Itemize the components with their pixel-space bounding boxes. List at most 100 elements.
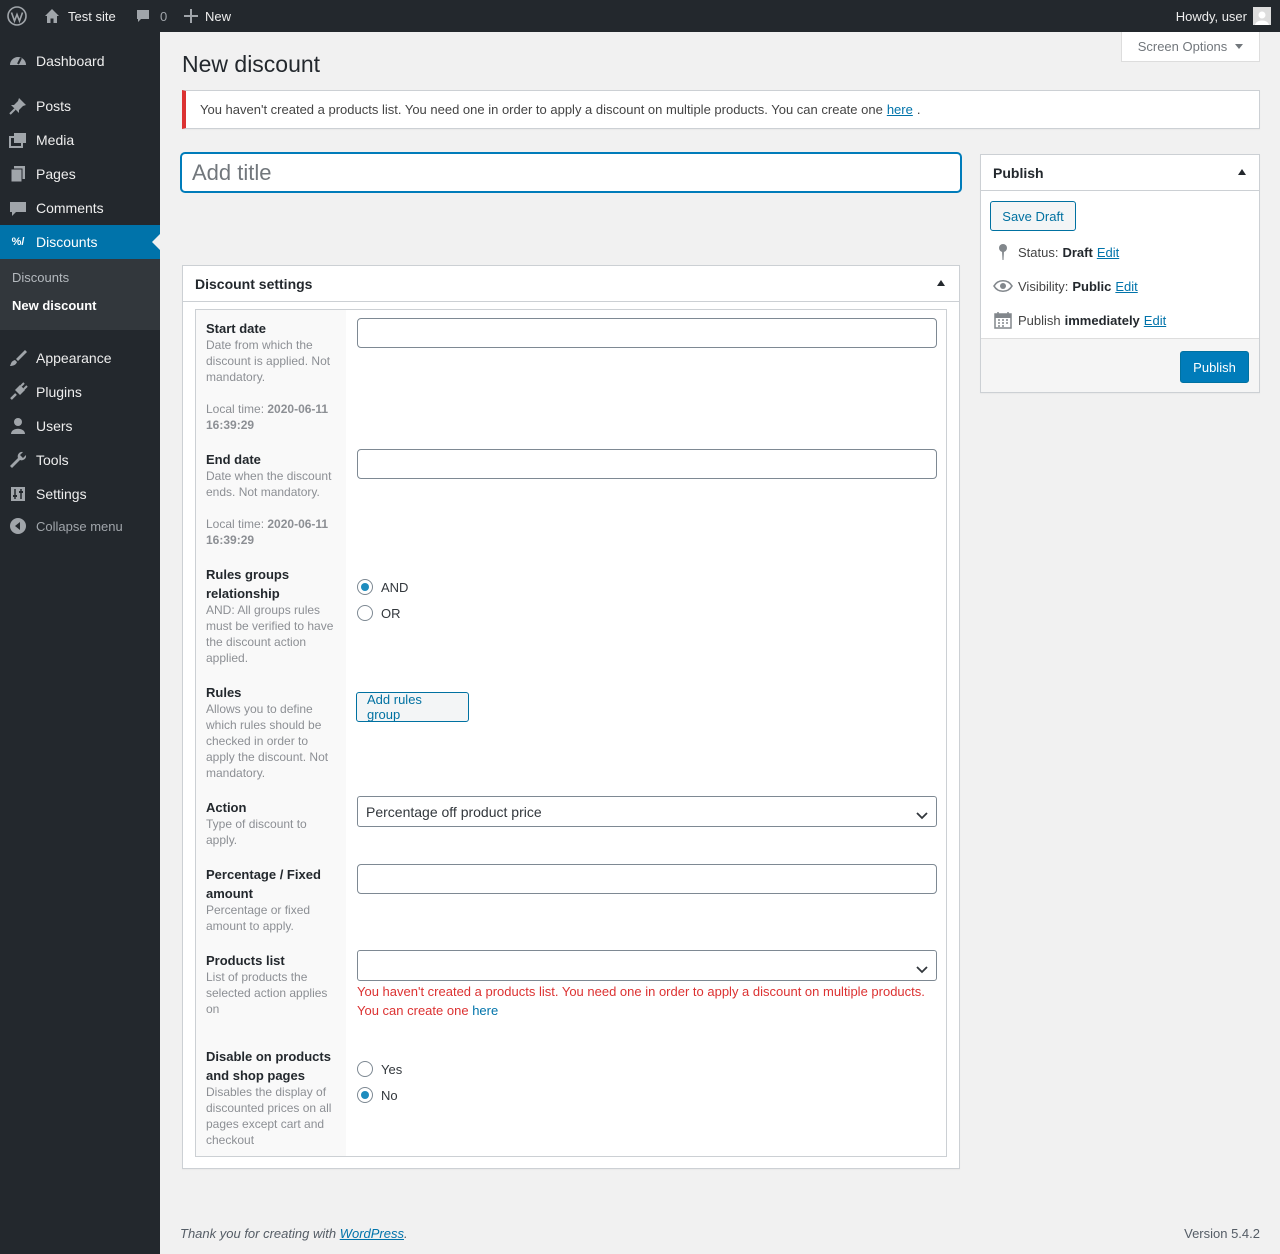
save-draft-button[interactable]: Save Draft — [990, 201, 1076, 231]
collapse-toggle-icon[interactable] — [1238, 169, 1246, 175]
sidebar-item-pages[interactable]: Pages — [0, 157, 160, 191]
sidebar-item-comments[interactable]: Comments — [0, 191, 160, 225]
products-list-label: Products list — [206, 953, 285, 968]
status-row: Status: Draft Edit — [989, 242, 1119, 262]
sidebar-item-appearance[interactable]: Appearance — [0, 341, 160, 375]
products-list-description: List of products the selected action app… — [206, 970, 328, 1016]
visibility-row: Visibility: Public Edit — [989, 276, 1138, 296]
discounts-icon: %/ — [11, 236, 25, 248]
radio-and[interactable] — [357, 579, 373, 595]
pin-icon — [989, 243, 1017, 261]
sidebar-item-label: Posts — [36, 98, 72, 114]
discount-settings-title: Discount settings — [195, 275, 313, 292]
end-date-input[interactable] — [357, 449, 937, 479]
rules-groups-and-option[interactable]: AND — [357, 577, 408, 597]
start-date-description: Date from which the discount is applied.… — [206, 338, 331, 384]
rules-groups-description: AND: All groups rules must be verified t… — [206, 603, 334, 665]
sidebar-item-plugins[interactable]: Plugins — [0, 375, 160, 409]
my-account-link[interactable]: Howdy, user — [1176, 0, 1271, 32]
radio-yes[interactable] — [357, 1061, 373, 1077]
disable-shop-no-option[interactable]: No — [357, 1085, 398, 1105]
new-content-link[interactable]: New — [184, 0, 231, 32]
site-name: Test site — [68, 8, 116, 24]
visibility-label: Visibility: — [1018, 278, 1069, 294]
sidebar-item-label: Tools — [36, 452, 69, 468]
wordpress-logo-icon[interactable] — [7, 0, 27, 32]
publish-time-label: Publish — [1018, 312, 1061, 328]
avatar — [1253, 7, 1271, 25]
amount-label: Percentage / Fixed amount — [206, 867, 321, 901]
wordpress-link[interactable]: WordPress — [340, 1226, 404, 1241]
products-list-error-line1: You haven't created a products list. You… — [357, 984, 925, 999]
sidebar-item-settings[interactable]: Settings — [0, 477, 160, 511]
sidebar-item-label: Discounts — [36, 234, 98, 250]
rules-groups-or-option[interactable]: OR — [357, 603, 401, 623]
publish-time-row: Publish immediately Edit — [989, 310, 1166, 330]
sidebar-item-discounts[interactable]: %/ Discounts — [0, 225, 160, 259]
admin-bar: Test site 0 New Howdy, user — [0, 0, 1280, 32]
status-value: Draft — [1062, 244, 1093, 260]
sidebar-item-tools[interactable]: Tools — [0, 443, 160, 477]
rules-description: Allows you to define which rules should … — [206, 702, 329, 780]
start-date-local-time: Local time: 2020-06-11 16:39:29 — [206, 401, 340, 433]
sidebar-item-label: Settings — [36, 486, 87, 502]
sidebar-item-users[interactable]: Users — [0, 409, 160, 443]
submenu-item-new-discount[interactable]: New discount — [12, 298, 97, 313]
sidebar-item-label: Plugins — [36, 384, 82, 400]
media-icon — [0, 130, 36, 150]
publish-header[interactable]: Publish — [981, 155, 1259, 191]
submenu-item-discounts[interactable]: Discounts — [12, 270, 69, 285]
action-select[interactable]: Percentage off product price — [357, 796, 937, 827]
collapse-toggle-icon[interactable] — [937, 280, 945, 286]
amount-description: Percentage or fixed amount to apply. — [206, 903, 311, 933]
products-list-here-link[interactable]: here — [472, 1003, 498, 1018]
sidebar-item-media[interactable]: Media — [0, 123, 160, 157]
site-name-link[interactable]: Test site — [44, 0, 116, 32]
admin-sidebar: Dashboard Posts Media Pages Comments %/ … — [0, 32, 160, 1254]
discount-settings-header[interactable]: Discount settings — [183, 266, 959, 302]
notice-here-link[interactable]: here — [887, 102, 913, 117]
post-title-input[interactable] — [181, 153, 961, 192]
sidebar-item-label: Appearance — [36, 350, 112, 366]
sidebar-item-dashboard[interactable]: Dashboard — [0, 44, 160, 78]
pushpin-icon — [0, 96, 36, 116]
user-icon — [0, 416, 36, 436]
end-date-label: End date — [206, 452, 261, 467]
screen-options-button[interactable]: Screen Options — [1121, 32, 1260, 62]
error-notice: You haven't created a products list. You… — [182, 90, 1260, 129]
collapse-menu-button[interactable]: Collapse menu — [0, 510, 160, 542]
publish-actions: Publish — [981, 338, 1259, 392]
pages-icon — [0, 164, 36, 184]
action-description: Type of discount to apply. — [206, 817, 307, 847]
start-date-input[interactable] — [357, 318, 937, 348]
edit-status-link[interactable]: Edit — [1097, 245, 1119, 260]
comments-link[interactable]: 0 — [135, 0, 167, 32]
collapse-arrow-icon — [0, 517, 36, 535]
page-title: New discount — [182, 51, 321, 77]
discount-settings-box: Discount settings Start date Date from w… — [182, 265, 960, 1169]
radio-or[interactable] — [357, 605, 373, 621]
edit-publish-time-link[interactable]: Edit — [1144, 313, 1166, 328]
sidebar-item-posts[interactable]: Posts — [0, 89, 160, 123]
action-label: Action — [206, 800, 247, 815]
products-list-error-line2: You can create one here — [357, 1003, 499, 1018]
sidebar-item-label: Comments — [36, 200, 104, 216]
start-date-label: Start date — [206, 321, 266, 336]
radio-no[interactable] — [357, 1087, 373, 1103]
home-icon — [44, 8, 60, 24]
radio-yes-label: Yes — [381, 1061, 403, 1077]
radio-no-label: No — [381, 1087, 398, 1103]
visibility-value: Public — [1072, 278, 1112, 294]
publish-button[interactable]: Publish — [1180, 351, 1249, 383]
publish-box: Publish Save Draft Status: Draft Edit Vi… — [980, 154, 1260, 393]
add-rules-group-button[interactable]: Add rules group — [356, 692, 469, 722]
amount-input[interactable] — [357, 864, 937, 894]
radio-or-label: OR — [381, 605, 401, 621]
dashboard-icon — [0, 51, 36, 71]
howdy-text: Howdy, user — [1175, 8, 1247, 24]
disable-shop-yes-option[interactable]: Yes — [357, 1059, 402, 1079]
footer-version: Version 5.4.2 — [1184, 1226, 1260, 1241]
products-list-select[interactable] — [357, 950, 937, 981]
edit-visibility-link[interactable]: Edit — [1115, 279, 1137, 294]
sidebar-item-label: Pages — [36, 166, 76, 182]
